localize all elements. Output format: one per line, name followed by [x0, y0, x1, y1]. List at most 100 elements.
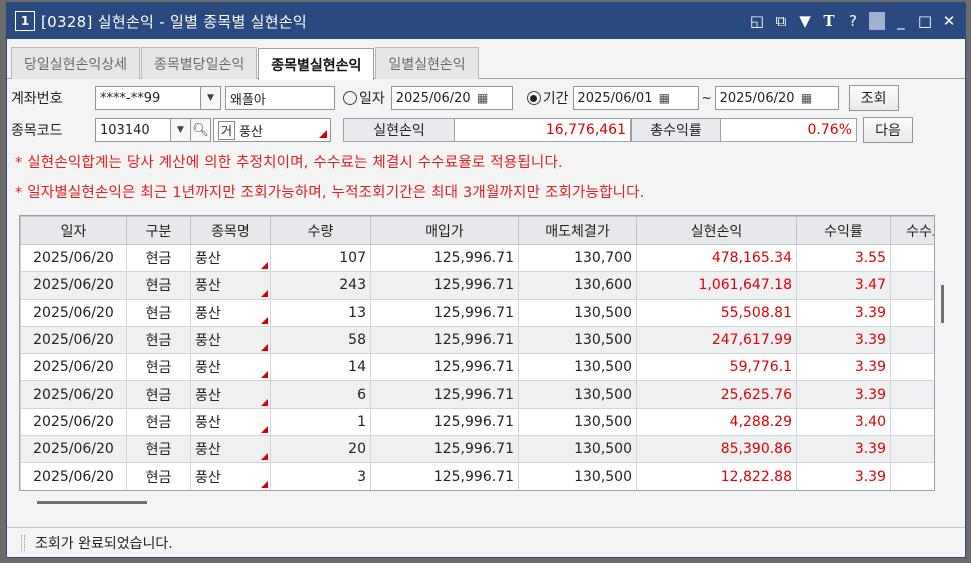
cell-fee: 7 — [890, 435, 934, 464]
range-radio[interactable]: 기간 — [526, 88, 569, 108]
horizontal-scroll-thumb[interactable] — [37, 501, 147, 504]
column-header-return-rate[interactable]: 수익률 — [796, 216, 891, 245]
cell-buy-price: 125,996.71 — [370, 462, 519, 490]
minimize-icon[interactable]: _ — [893, 12, 909, 30]
restore-icon[interactable]: ⧉ — [773, 12, 789, 30]
realized-pnl-label: 실현손익 — [343, 118, 455, 142]
cell-realized-pnl: 85,390.86 — [636, 435, 797, 464]
total-return-label: 총수익률 — [631, 118, 721, 142]
cell-return-rate: 3.39 — [796, 435, 891, 464]
cell-type: 현금 — [126, 325, 191, 355]
table-row[interactable]: 2025/06/20 현금 풍산 6 125,996.71 130,500 25,625.7… — [20, 380, 934, 409]
cell-date: 2025/06/20 — [20, 271, 127, 300]
pin-icon[interactable]: ▼ — [797, 12, 813, 30]
account-label: 계좌번호 — [11, 91, 63, 107]
range-to-value: 2025/06/20 — [719, 90, 795, 106]
close-icon[interactable]: ✕ — [941, 12, 957, 30]
single-date-radio-circle[interactable] — [343, 91, 357, 105]
cell-fee: 5 — [890, 353, 934, 382]
calendar-icon[interactable]: ▦ — [655, 89, 673, 107]
link-window-icon[interactable]: ◱ — [749, 12, 765, 30]
cell-fee: 4 — [890, 298, 934, 327]
cell-quantity: 14 — [270, 353, 371, 382]
single-date-radio[interactable]: 일자 — [343, 88, 385, 108]
range-to-field[interactable]: 2025/06/20 ▦ — [714, 86, 839, 110]
cell-sell-price: 130,600 — [518, 271, 637, 300]
cell-sell-price: 130,500 — [518, 298, 637, 327]
cell-return-rate: 3.39 — [796, 298, 891, 327]
table-row[interactable]: 2025/06/20 현금 풍산 13 125,996.71 130,500 55,508.… — [20, 298, 934, 327]
tab-daily-realized[interactable]: 일별실현손익 — [375, 47, 479, 79]
account-dropdown-icon[interactable]: ▼ — [201, 86, 221, 110]
column-header-sell-price[interactable]: 매도체결가 — [518, 216, 637, 245]
cell-quantity: 6 — [270, 380, 371, 409]
table-row[interactable]: 2025/06/20 현금 풍산 58 125,996.71 130,500 247,617… — [20, 325, 934, 355]
cell-buy-price: 125,996.71 — [370, 407, 519, 437]
table-row[interactable]: 2025/06/20 현금 풍산 1 125,996.71 130,500 4,288.29… — [20, 407, 934, 437]
cell-date: 2025/06/20 — [20, 325, 127, 355]
cell-realized-pnl: 1,061,647.18 — [636, 271, 797, 300]
single-date-field[interactable]: 2025/06/20 ▦ — [390, 86, 513, 110]
range-label: 기간 — [542, 91, 569, 107]
range-from-field[interactable]: 2025/06/01 ▦ — [572, 86, 699, 110]
cell-type: 현금 — [126, 435, 191, 464]
vertical-scroll-thumb[interactable] — [941, 285, 944, 323]
realized-pnl-table[interactable]: 일자 구분 종목명 수량 매입가 매도체결가 실현손익 수익률 수수료 2025… — [19, 215, 935, 491]
realized-pnl-window: 1 [0328] 실현손익 - 일별 종목별 실현손익 ◱ ⧉ ▼ T ? _ … — [6, 2, 966, 558]
stock-search-icon[interactable]: 🔍︎ — [191, 118, 211, 142]
calendar-icon[interactable]: ▦ — [474, 89, 492, 107]
tab-stock-realized[interactable]: 종목별실현손익 — [258, 48, 375, 80]
help-icon[interactable]: ? — [845, 12, 861, 30]
cell-realized-pnl: 247,617.99 — [636, 325, 797, 355]
account-number-field[interactable]: ****-**99 — [95, 86, 201, 110]
range-tilde: ~ — [701, 91, 712, 105]
column-header-buy-price[interactable]: 매입가 — [370, 216, 519, 245]
cell-sell-price: 130,500 — [518, 435, 637, 464]
query-button[interactable]: 조회 — [848, 85, 899, 111]
cell-quantity: 58 — [270, 325, 371, 355]
title-bar[interactable]: 1 [0328] 실현손익 - 일별 종목별 실현손익 ◱ ⧉ ▼ T ? _ … — [7, 3, 965, 39]
cell-sell-price: 130,500 — [518, 380, 637, 409]
cell-fee: 4,1 — [890, 243, 934, 273]
stock-dropdown-icon[interactable]: ▼ — [171, 118, 191, 142]
status-message: 조회가 완료되었습니다. — [35, 535, 173, 552]
column-header-stock-name[interactable]: 종목명 — [190, 216, 271, 245]
table-row[interactable]: 2025/06/20 현금 풍산 20 125,996.71 130,500 85,390.… — [20, 435, 934, 464]
cell-date: 2025/06/20 — [20, 435, 127, 464]
column-header-fee[interactable]: 수수료 — [890, 216, 934, 245]
single-date-value: 2025/06/20 — [395, 90, 471, 106]
cell-buy-price: 125,996.71 — [370, 325, 519, 355]
cell-sell-price: 130,700 — [518, 243, 637, 273]
window-title: [0328] 실현손익 - 일별 종목별 실현손익 — [41, 12, 308, 31]
cell-stock-name: 풍산 — [190, 298, 271, 327]
column-header-date[interactable]: 일자 — [20, 216, 127, 245]
cell-return-rate: 3.47 — [796, 271, 891, 300]
tab-stock-today[interactable]: 종목별당일손익 — [141, 47, 258, 79]
stock-code-field[interactable]: 103140 — [95, 118, 171, 142]
table-row[interactable]: 2025/06/20 현금 풍산 14 125,996.71 130,500 59,776.… — [20, 353, 934, 382]
tab-bar: 당일실현손익상세 종목별당일손익 종목별실현손익 일별실현손익 — [7, 39, 965, 80]
column-header-realized-pnl[interactable]: 실현손익 — [636, 216, 797, 245]
cell-buy-price: 125,996.71 — [370, 271, 519, 300]
cell-stock-name: 풍산 — [190, 325, 271, 355]
vertical-scrollbar[interactable] — [936, 215, 950, 491]
table-row[interactable]: 2025/06/20 현금 풍산 3 125,996.71 130,500 12,822.8… — [20, 462, 934, 490]
cell-return-rate: 3.40 — [796, 407, 891, 437]
table-header-row: 일자 구분 종목명 수량 매입가 매도체결가 실현손익 수익률 수수료 — [20, 216, 934, 245]
cell-realized-pnl: 12,822.88 — [636, 462, 797, 490]
cell-return-rate: 3.39 — [796, 462, 891, 490]
maximize-icon[interactable]: □ — [917, 12, 933, 30]
next-button[interactable]: 다음 — [863, 117, 913, 143]
font-size-icon[interactable]: T — [821, 12, 837, 30]
cell-stock-name: 풍산 — [190, 380, 271, 409]
table-row[interactable]: 2025/06/20 현금 풍산 107 125,996.71 130,700 478,16… — [20, 243, 934, 273]
calendar-icon[interactable]: ▦ — [798, 89, 816, 107]
column-header-quantity[interactable]: 수량 — [270, 216, 371, 245]
range-radio-circle[interactable] — [526, 91, 541, 105]
tab-today-detail[interactable]: 당일실현손익상세 — [11, 47, 141, 79]
cell-sell-price: 130,500 — [518, 325, 637, 355]
cell-fee: 2 — [890, 380, 934, 409]
table-row[interactable]: 2025/06/20 현금 풍산 243 125,996.71 130,600 1,061,… — [20, 271, 934, 300]
column-header-type[interactable]: 구분 — [126, 216, 191, 245]
status-grip-icon — [21, 534, 25, 551]
